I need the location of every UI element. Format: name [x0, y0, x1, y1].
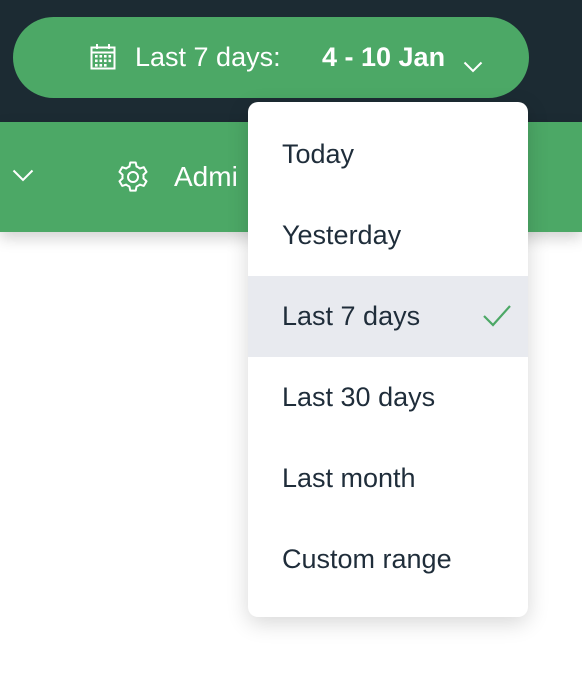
option-custom-range[interactable]: Custom range [248, 519, 528, 600]
option-label: Today [282, 139, 355, 169]
check-icon [483, 305, 511, 327]
date-range-options: Today Yesterday Last 7 days Last 30 days… [248, 102, 528, 600]
option-label: Custom range [282, 544, 452, 574]
date-range-label: Last 7 days: [135, 42, 281, 72]
gear-icon [118, 161, 148, 192]
date-range-value: 4 - 10 Jan [322, 42, 446, 72]
option-today[interactable]: Today [248, 114, 528, 195]
chevron-down-icon [463, 61, 483, 73]
option-label: Last 7 days [282, 301, 421, 331]
nav-item-admin[interactable]: Admi [174, 122, 238, 232]
option-label: Last month [282, 463, 416, 493]
option-last-month[interactable]: Last month [248, 438, 528, 519]
option-last-30-days[interactable]: Last 30 days [248, 357, 528, 438]
date-range-picker-button[interactable]: Last 7 days: 4 - 10 Jan [13, 17, 529, 98]
calendar-icon [90, 44, 116, 70]
option-label: Yesterday [282, 220, 402, 250]
option-label: Last 30 days [282, 382, 436, 412]
date-range-dropdown: Today Yesterday Last 7 days Last 30 days… [248, 102, 528, 617]
option-last-7-days[interactable]: Last 7 days [248, 276, 528, 357]
chevron-down-icon[interactable] [12, 169, 34, 182]
option-yesterday[interactable]: Yesterday [248, 195, 528, 276]
